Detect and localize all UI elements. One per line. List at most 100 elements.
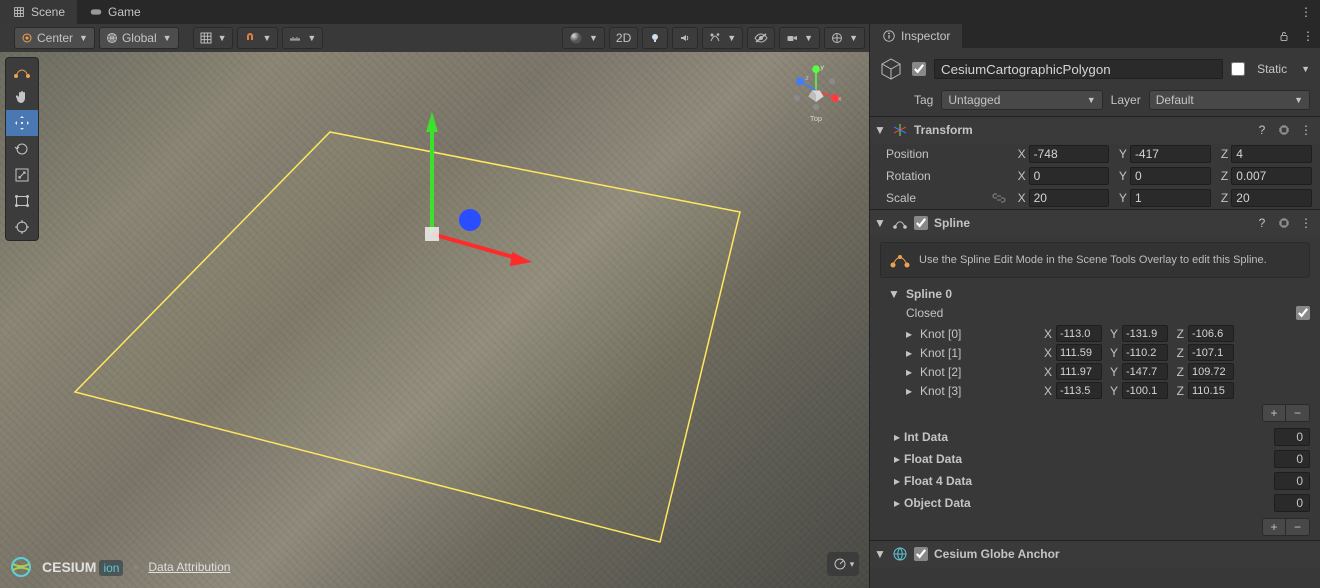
data-value[interactable]: 0 [1274, 472, 1310, 490]
globe-icon [106, 32, 118, 44]
closed-checkbox[interactable] [1296, 306, 1310, 320]
scale-icon [13, 166, 31, 184]
inspector-menu-icon[interactable]: ⋮ [1296, 29, 1320, 43]
knot-1-y[interactable] [1122, 344, 1168, 361]
pivot-label: Center [37, 31, 73, 45]
gameobject-name-input[interactable] [934, 59, 1223, 79]
audio-toggle[interactable] [672, 27, 698, 49]
knot-2-x[interactable] [1056, 363, 1102, 380]
rotation-x[interactable] [1029, 167, 1110, 185]
scale-x[interactable] [1029, 189, 1110, 207]
spline-data-row: ▸ Object Data 0 [870, 492, 1320, 514]
tag-dropdown[interactable]: Untagged▼ [941, 90, 1102, 110]
gameobject-active-checkbox[interactable] [912, 62, 926, 76]
data-value[interactable]: 0 [1274, 494, 1310, 512]
tool-hand[interactable] [6, 84, 38, 110]
knot-0-z[interactable] [1188, 325, 1234, 342]
tag-value: Untagged [948, 93, 1000, 107]
transform-foldout[interactable]: ▼ [874, 123, 886, 137]
spline-help-icon[interactable]: ? [1254, 215, 1270, 231]
knot-0-x[interactable] [1056, 325, 1102, 342]
camera-speed-button[interactable]: ▾ [827, 552, 859, 576]
increment-toggle[interactable]: ▼ [282, 27, 323, 49]
data-add-button[interactable]: + [1262, 518, 1286, 536]
data-foldout[interactable]: ▸ [894, 474, 904, 488]
static-checkbox[interactable] [1231, 62, 1245, 76]
knot-remove-button[interactable]: − [1286, 404, 1310, 422]
knot-foldout[interactable]: ▸ [906, 384, 916, 398]
knot-row: ▸ Knot [3] X Y Z [870, 381, 1320, 400]
transform-help-icon[interactable]: ? [1254, 122, 1270, 138]
tool-rect[interactable] [6, 188, 38, 214]
spline-list-header[interactable]: ▼Spline 0 [870, 284, 1320, 304]
fx-icon [709, 32, 721, 44]
transform-preset-icon[interactable] [1276, 122, 1292, 138]
knot-foldout[interactable]: ▸ [906, 346, 916, 360]
hidden-toggle[interactable] [747, 27, 775, 49]
data-foldout[interactable]: ▸ [894, 496, 904, 510]
knot-3-z[interactable] [1188, 382, 1234, 399]
position-x[interactable] [1029, 145, 1110, 163]
knot-add-button[interactable]: + [1262, 404, 1286, 422]
globe-anchor-icon [892, 546, 908, 562]
tab-scene-label: Scene [31, 5, 65, 19]
tab-inspector[interactable]: Inspector [870, 24, 962, 48]
snap-toggle[interactable]: ▼ [237, 27, 278, 49]
grid-toggle[interactable]: ▼ [193, 27, 234, 49]
coords-dropdown[interactable]: Global▼ [99, 27, 179, 49]
scale-z[interactable] [1231, 189, 1312, 207]
lighting-toggle[interactable] [642, 27, 668, 49]
2d-toggle[interactable]: 2D [609, 27, 638, 49]
scale-y[interactable] [1130, 189, 1211, 207]
spline-preset-icon[interactable] [1276, 215, 1292, 231]
fx-toggle[interactable]: ▼ [702, 27, 743, 49]
static-dropdown-icon[interactable]: ▼ [1301, 64, 1310, 74]
tab-game[interactable]: Game [77, 0, 153, 24]
tool-transform[interactable] [6, 214, 38, 240]
globe-enabled-checkbox[interactable] [914, 547, 928, 561]
spline-title: Spline [934, 216, 1248, 230]
knot-3-y[interactable] [1122, 382, 1168, 399]
knot-2-y[interactable] [1122, 363, 1168, 380]
scene-viewport[interactable]: x y z Top CESIUMion • Data Attribution [0, 52, 869, 588]
data-attribution-link[interactable]: Data Attribution [148, 560, 230, 574]
knot-3-x[interactable] [1056, 382, 1102, 399]
tab-scene[interactable]: Scene [0, 0, 77, 24]
data-value[interactable]: 0 [1274, 450, 1310, 468]
pivot-dropdown[interactable]: Center▼ [14, 27, 95, 49]
orientation-gizmo[interactable]: x y z Top [781, 60, 851, 130]
knot-2-z[interactable] [1188, 363, 1234, 380]
spline-foldout[interactable]: ▼ [874, 216, 886, 230]
rotate-icon [13, 140, 31, 158]
layer-value: Default [1156, 93, 1194, 107]
position-z[interactable] [1231, 145, 1312, 163]
gizmo-dropdown[interactable]: ▼ [824, 27, 865, 49]
rotation-y[interactable] [1130, 167, 1211, 185]
spline-enabled-checkbox[interactable] [914, 216, 928, 230]
tool-move[interactable] [6, 110, 38, 136]
knot-1-x[interactable] [1056, 344, 1102, 361]
position-y[interactable] [1130, 145, 1211, 163]
scene-tabs-menu-icon[interactable]: ⋮ [1292, 5, 1320, 19]
camera-dropdown[interactable]: ▼ [779, 27, 820, 49]
globe-foldout[interactable]: ▼ [874, 547, 886, 561]
data-foldout[interactable]: ▸ [894, 452, 904, 466]
layer-dropdown[interactable]: Default▼ [1149, 90, 1310, 110]
shading-dropdown[interactable]: ▼ [562, 27, 605, 49]
data-value[interactable]: 0 [1274, 428, 1310, 446]
data-remove-button[interactable]: − [1286, 518, 1310, 536]
inspector-lock-icon[interactable] [1272, 30, 1296, 42]
data-foldout[interactable]: ▸ [894, 430, 904, 444]
spline-menu-icon[interactable]: ⋮ [1298, 215, 1314, 231]
rotation-z[interactable] [1231, 167, 1312, 185]
tool-rotate[interactable] [6, 136, 38, 162]
tool-spline[interactable] [6, 58, 38, 84]
tool-scale[interactable] [6, 162, 38, 188]
scale-link-icon[interactable] [992, 192, 1008, 204]
knot-foldout[interactable]: ▸ [906, 327, 916, 341]
transform-menu-icon[interactable]: ⋮ [1298, 122, 1314, 138]
layer-label: Layer [1111, 93, 1141, 107]
knot-1-z[interactable] [1188, 344, 1234, 361]
knot-0-y[interactable] [1122, 325, 1168, 342]
knot-foldout[interactable]: ▸ [906, 365, 916, 379]
